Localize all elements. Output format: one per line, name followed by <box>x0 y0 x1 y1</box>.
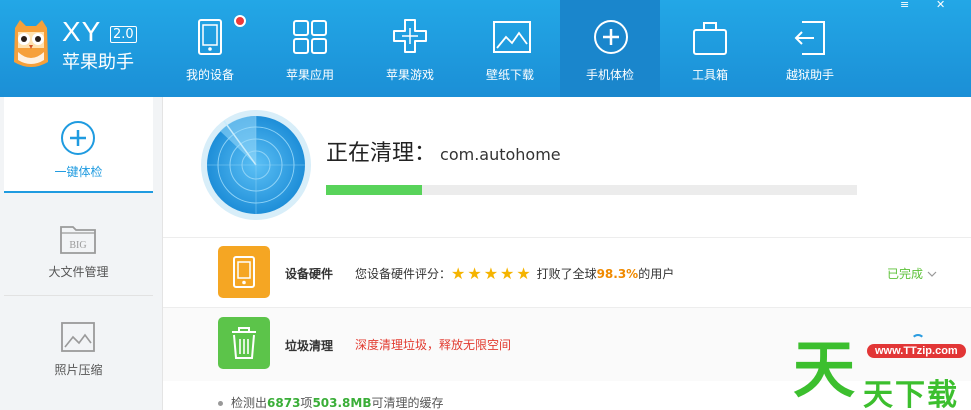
photo-icon <box>61 322 95 352</box>
checkup-row-hardware: 设备硬件 您设备硬件评分：★★★★★ 打败了全球98.3%的用户 已完成 <box>163 237 971 307</box>
jailbreak-icon <box>794 21 825 55</box>
brand-version: 2.0 <box>110 26 137 43</box>
menu-button[interactable]: ≡ <box>900 0 909 10</box>
sidebar-item-label: 照片压缩 <box>54 363 103 377</box>
checkup-plus-icon <box>594 20 628 54</box>
scan-progress-bar <box>326 185 857 195</box>
sidebar-item-checkup[interactable]: 一键体检 <box>4 97 153 193</box>
scan-title-label: 正在清理： <box>326 141 437 166</box>
nav-checkup[interactable]: 手机体检 <box>560 0 660 97</box>
hardware-desc: 您设备硬件评分：★★★★★ 打败了全球98.3%的用户 <box>355 264 674 283</box>
scan-progress-fill <box>326 185 422 195</box>
nav-label: 苹果应用 <box>285 68 334 82</box>
rating-stars: ★★★★★ <box>451 264 533 283</box>
nav-label: 越狱助手 <box>785 68 834 82</box>
chevron-down-icon <box>927 271 937 277</box>
watermark-small: 天下载 <box>863 378 959 410</box>
checkup-plus-icon <box>61 121 95 155</box>
phone-icon <box>198 19 222 55</box>
watermark-big: 天 <box>793 333 856 406</box>
sidebar-item-label: 一键体检 <box>54 165 103 179</box>
notification-badge <box>234 15 246 27</box>
hardware-status-text: 已完成 <box>887 267 924 281</box>
summary-suffix: 可清理的缓存 <box>371 396 444 410</box>
summary-count: 6873 <box>267 396 301 410</box>
nav-jailbreak[interactable]: 越狱助手 <box>760 0 860 97</box>
nav-my-device[interactable]: 我的设备 <box>160 0 260 97</box>
sidebar: 一键体检 BIG 大文件管理 照片压缩 <box>0 97 163 410</box>
apps-grid-icon <box>293 20 327 54</box>
gamepad-icon <box>393 19 427 53</box>
sidebar-item-photo-compress[interactable]: 照片压缩 <box>4 297 153 393</box>
big-file-icon: BIG <box>60 226 96 254</box>
watermark-url: www.TTzip.com <box>867 344 966 358</box>
hardware-percent: 98.3% <box>596 267 639 281</box>
nav-apps[interactable]: 苹果应用 <box>260 0 360 97</box>
junk-desc: 深度清理垃圾，释放无限空间 <box>355 338 512 352</box>
summary-unit: 项 <box>300 396 313 410</box>
hardware-status[interactable]: 已完成 <box>887 265 937 282</box>
sidebar-item-label: 大文件管理 <box>48 265 109 279</box>
toolbox-icon <box>693 22 727 55</box>
watermark: 天 www.TTzip.com 天下载 <box>793 330 971 410</box>
nav-wallpaper[interactable]: 壁纸下载 <box>460 0 560 97</box>
close-button[interactable]: ✕ <box>936 0 945 10</box>
nav-label: 手机体检 <box>585 68 634 82</box>
nav-label: 苹果游戏 <box>385 68 434 82</box>
sidebar-divider <box>4 295 153 296</box>
hardware-icon <box>218 246 270 298</box>
scan-package: com.autohome <box>440 145 561 164</box>
scan-title: 正在清理： com.autohome <box>326 135 561 167</box>
brand-name: 苹果助手 <box>62 52 134 73</box>
brand-xy: XY <box>62 16 102 47</box>
trash-icon <box>218 317 270 369</box>
svg-text:BIG: BIG <box>69 240 86 251</box>
summary-size: 503.8MB <box>312 396 372 410</box>
nav-games[interactable]: 苹果游戏 <box>360 0 460 97</box>
scan-summary: 检测出6873项503.8MB可清理的缓存 <box>218 394 444 410</box>
sidebar-item-big-files[interactable]: BIG 大文件管理 <box>4 197 153 293</box>
nav-label: 我的设备 <box>185 68 234 82</box>
nav-label: 工具箱 <box>691 68 728 82</box>
wallpaper-icon <box>493 21 531 53</box>
bullet-dot <box>218 401 223 406</box>
radar-scan-icon <box>201 110 311 220</box>
summary-prefix: 检测出 <box>231 396 268 410</box>
app-header: XY 2.0 苹果助手 ≡ ✕ 我的设备 苹果应用 苹果游戏 壁纸下载 手机体检… <box>0 0 971 97</box>
hardware-desc-prefix: 您设备硬件评分： <box>355 267 452 281</box>
nav-label: 壁纸下载 <box>485 68 534 82</box>
hardware-desc-suffix: 的用户 <box>638 267 675 281</box>
owl-logo-icon <box>14 20 48 67</box>
junk-label: 垃圾清理 <box>285 339 334 353</box>
hardware-desc-mid: 打败了全球 <box>536 267 597 281</box>
nav-toolbox[interactable]: 工具箱 <box>660 0 760 97</box>
hardware-label: 设备硬件 <box>285 267 334 281</box>
